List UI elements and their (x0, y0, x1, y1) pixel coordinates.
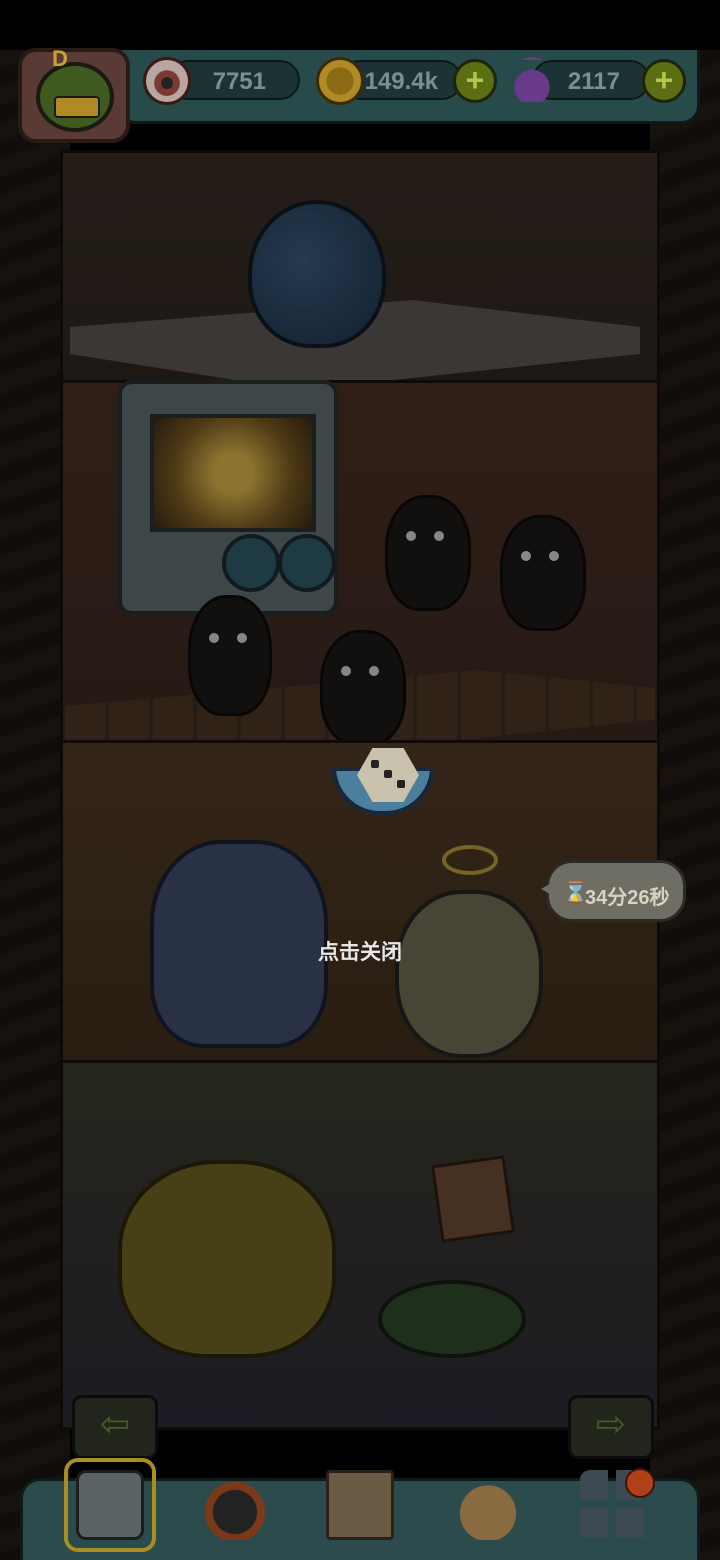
add-coins-button[interactable]: + (453, 59, 497, 103)
tower-icon (76, 1470, 144, 1540)
eyeball-icon (143, 57, 191, 105)
coin-icon (316, 57, 364, 105)
add-potions-button[interactable]: + (642, 59, 686, 103)
countdown-bubble: ⌛ 34分26秒 (541, 860, 686, 922)
coin-value: 149.4k (364, 68, 438, 95)
summon-icon (201, 1470, 269, 1540)
nav-summon-button[interactable] (193, 1462, 277, 1548)
tap-to-close-hint[interactable]: 点击关闭 (300, 936, 420, 966)
nav-coin-bag-button[interactable] (446, 1462, 530, 1548)
die-pip (384, 770, 392, 778)
die-pip (371, 760, 379, 768)
notification-badge (625, 1468, 655, 1498)
die-pip (397, 780, 405, 788)
avatar-rank-letter: D (52, 46, 68, 71)
nav-tower-button[interactable] (64, 1458, 156, 1552)
avatar-mouth (54, 96, 100, 118)
status-bar (0, 0, 720, 50)
nav-book-button[interactable] (318, 1462, 402, 1548)
player-avatar[interactable]: D (18, 46, 130, 143)
book-icon (326, 1470, 394, 1540)
countdown-text: 34分26秒 (585, 887, 670, 909)
coin-bag-icon (454, 1470, 522, 1540)
eyeball-value: 7751 (212, 68, 266, 95)
avatar-face-icon (36, 62, 114, 132)
potion-icon (508, 57, 556, 105)
potion-value: 2117 (567, 68, 620, 95)
